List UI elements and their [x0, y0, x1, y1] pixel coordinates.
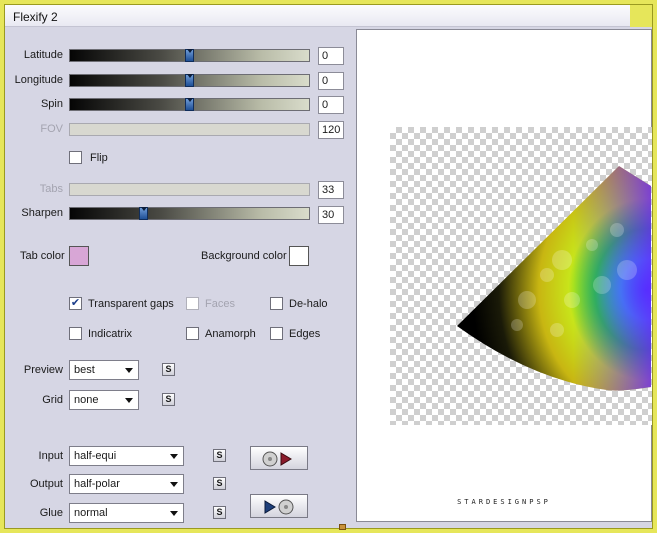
preview-s-button[interactable]: S — [162, 363, 175, 376]
edges-checkbox[interactable] — [270, 327, 283, 340]
tabs-slider — [69, 183, 310, 196]
save-output-button[interactable] — [250, 494, 308, 518]
output-label: Output — [29, 478, 63, 490]
disc-play-icon — [262, 451, 292, 467]
resize-grip[interactable] — [339, 524, 346, 530]
flip-checkbox[interactable] — [69, 151, 82, 164]
faces-checkbox — [186, 297, 199, 310]
background-color-label: Background color — [201, 250, 287, 262]
preview-select[interactable]: best — [69, 360, 139, 380]
preview-label: Preview — [23, 364, 63, 376]
spin-value[interactable]: 0 — [318, 96, 344, 114]
fov-slider — [69, 123, 310, 136]
window-title: Flexify 2 — [13, 10, 58, 24]
flexify-dialog: Flexify 2 Latitude 0 Longitude 0 Spin 0 … — [4, 4, 653, 530]
anamorph-checkbox[interactable] — [186, 327, 199, 340]
glue-label: Glue — [39, 507, 63, 519]
sharpen-slider[interactable] — [69, 207, 310, 220]
spin-slider[interactable] — [69, 98, 310, 111]
grid-s-button[interactable]: S — [162, 393, 175, 406]
longitude-value[interactable]: 0 — [318, 72, 344, 90]
grid-select[interactable]: none — [69, 390, 139, 410]
de-halo-label: De-halo — [289, 298, 328, 310]
indicatrix-label: Indicatrix — [88, 328, 133, 340]
longitude-slider[interactable] — [69, 74, 310, 87]
output-s-button[interactable]: S — [213, 477, 226, 490]
sharpen-value[interactable]: 30 — [318, 206, 344, 224]
longitude-slider-thumb[interactable] — [185, 74, 194, 87]
de-halo-checkbox[interactable] — [270, 297, 283, 310]
chevron-down-icon — [170, 454, 178, 459]
chevron-down-icon — [125, 398, 133, 403]
latitude-value[interactable]: 0 — [318, 47, 344, 65]
faces-label: Faces — [205, 298, 235, 310]
chevron-down-icon — [170, 511, 178, 516]
preview-select-value: best — [74, 364, 95, 376]
sharpen-label: Sharpen — [21, 207, 63, 219]
load-input-button[interactable] — [250, 446, 308, 470]
input-select-value: half-equi — [74, 450, 117, 462]
glue-select[interactable]: normal — [69, 503, 184, 523]
preview-image — [457, 166, 651, 391]
chevron-down-icon — [170, 482, 178, 487]
preview-panel[interactable]: STARDESIGNPSP — [356, 29, 652, 522]
input-s-button[interactable]: S — [213, 449, 226, 462]
longitude-label: Longitude — [14, 74, 63, 86]
latitude-label: Latitude — [23, 49, 63, 61]
sharpen-slider-thumb[interactable] — [139, 207, 148, 220]
fov-label: FOV — [40, 123, 63, 135]
tabs-label: Tabs — [39, 183, 63, 195]
glue-s-button[interactable]: S — [213, 506, 226, 519]
input-select[interactable]: half-equi — [69, 446, 184, 466]
title-bar-corner — [630, 5, 652, 27]
spin-label: Spin — [40, 98, 63, 110]
latitude-slider[interactable] — [69, 49, 310, 62]
glue-select-value: normal — [74, 507, 108, 519]
transparent-gaps-label: Transparent gaps — [88, 298, 174, 310]
anamorph-label: Anamorph — [205, 328, 256, 340]
tab-color-swatch[interactable] — [69, 246, 89, 266]
latitude-slider-thumb[interactable] — [185, 49, 194, 62]
background-color-swatch[interactable] — [289, 246, 309, 266]
indicatrix-checkbox[interactable] — [69, 327, 82, 340]
edges-label: Edges — [289, 328, 321, 340]
flip-label: Flip — [90, 152, 108, 164]
transparent-gaps-checkbox[interactable]: ✔ — [69, 297, 82, 310]
spin-slider-thumb[interactable] — [185, 98, 194, 111]
input-label: Input — [38, 450, 63, 462]
grid-label: Grid — [42, 394, 63, 406]
watermark-text: STARDESIGNPSP — [457, 498, 551, 506]
grid-select-value: none — [74, 394, 99, 406]
play-disc-icon — [264, 499, 294, 515]
tab-color-label: Tab color — [20, 250, 65, 262]
tabs-value: 33 — [318, 181, 344, 199]
chevron-down-icon — [125, 368, 133, 373]
fov-value: 120 — [318, 121, 344, 139]
title-bar[interactable]: Flexify 2 — [5, 5, 652, 27]
output-select[interactable]: half-polar — [69, 474, 184, 494]
output-select-value: half-polar — [74, 478, 120, 490]
